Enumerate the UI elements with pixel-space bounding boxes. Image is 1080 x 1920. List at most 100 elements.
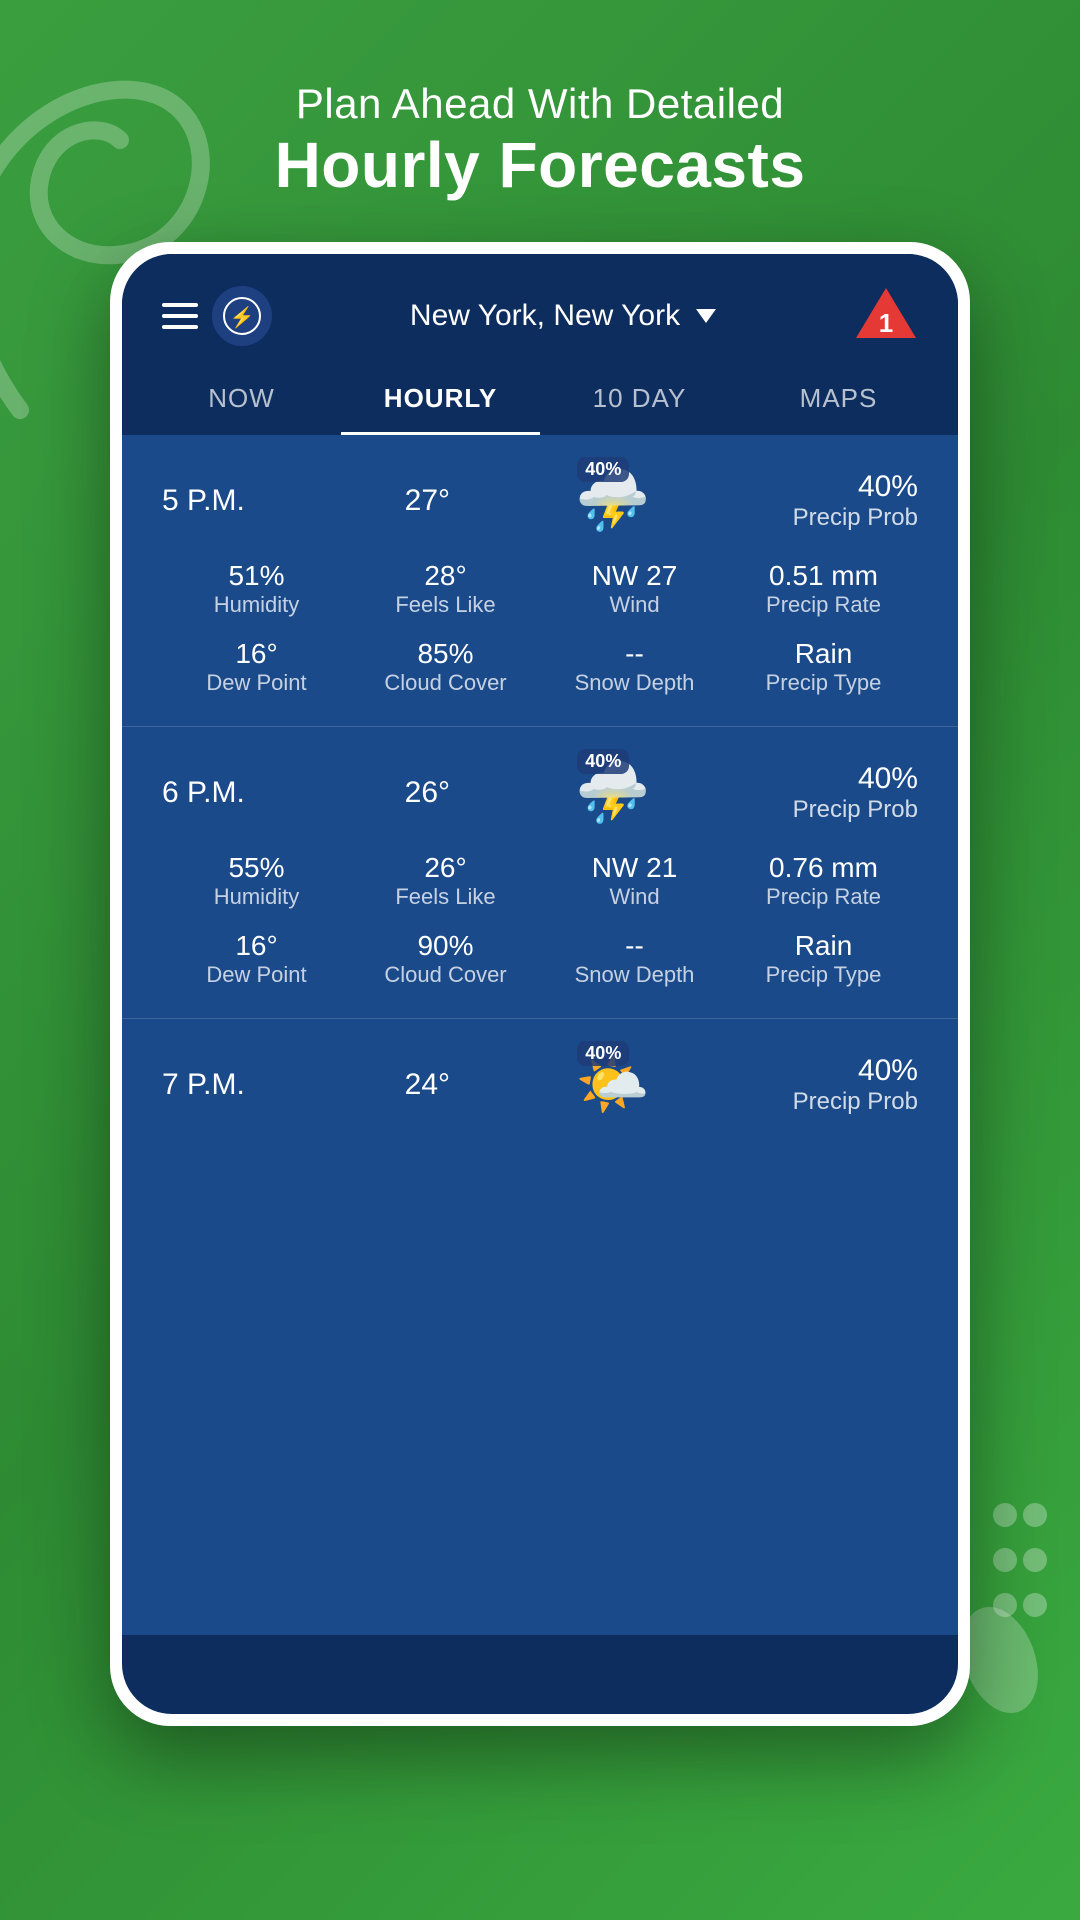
dew-point-value-5pm: 16° xyxy=(162,638,351,670)
dew-point-cell-6pm: 16° Dew Point xyxy=(162,930,351,988)
humidity-label-6pm: Humidity xyxy=(162,884,351,910)
snow-depth-value-6pm: -- xyxy=(540,930,729,962)
precip-badge-5pm: 40% xyxy=(577,457,629,482)
logo-icon: ⚡ xyxy=(222,296,262,336)
deco-leaf-icon xyxy=(960,1600,1040,1720)
nav-tabs: NOW HOURLY 10 DAY MAPS xyxy=(122,357,958,435)
hour-temp-5pm: 27° xyxy=(387,484,467,518)
humidity-value-5pm: 51% xyxy=(162,560,351,592)
detail-row-dew-5pm: 16° Dew Point 85% Cloud Cover -- Snow De… xyxy=(152,628,928,706)
cloud-cover-value-5pm: 85% xyxy=(351,638,540,670)
precip-prob-label-6pm: Precip Prob xyxy=(758,796,918,824)
weather-icon-7pm: 🌤️ 40% xyxy=(543,1049,683,1120)
dew-point-value-6pm: 16° xyxy=(162,930,351,962)
alert-triangle-icon: 1 xyxy=(854,284,918,342)
tab-maps[interactable]: MAPS xyxy=(739,367,938,435)
header-title: Hourly Forecasts xyxy=(0,128,1080,202)
feels-like-cell-5pm: 28° Feels Like xyxy=(351,560,540,618)
humidity-value-6pm: 55% xyxy=(162,852,351,884)
snow-depth-label-5pm: Snow Depth xyxy=(540,670,729,696)
feels-like-label-6pm: Feels Like xyxy=(351,884,540,910)
dew-point-label-6pm: Dew Point xyxy=(162,962,351,988)
precip-badge-6pm: 40% xyxy=(577,749,629,774)
hamburger-line xyxy=(162,314,198,318)
phone-screen: ⚡ New York, New York 1 NOW HOURLY 10 DAY… xyxy=(122,254,958,1714)
snow-depth-cell-6pm: -- Snow Depth xyxy=(540,930,729,988)
hour-temp-6pm: 26° xyxy=(387,776,467,810)
cloud-cover-cell-5pm: 85% Cloud Cover xyxy=(351,638,540,696)
feels-like-value-6pm: 26° xyxy=(351,852,540,884)
cloud-cover-cell-6pm: 90% Cloud Cover xyxy=(351,930,540,988)
wind-value-6pm: NW 21 xyxy=(540,852,729,884)
phone-mockup: ⚡ New York, New York 1 NOW HOURLY 10 DAY… xyxy=(110,242,970,1726)
snow-depth-cell-5pm: -- Snow Depth xyxy=(540,638,729,696)
hour-time-5pm: 5 P.M. xyxy=(162,484,312,518)
forecast-content: 5 P.M. 27° ⛈️ 40% 40% Precip Prob xyxy=(122,435,958,1635)
precip-type-cell-6pm: Rain Precip Type xyxy=(729,930,918,988)
tab-now[interactable]: NOW xyxy=(142,367,341,435)
wind-value-5pm: NW 27 xyxy=(540,560,729,592)
app-header: ⚡ New York, New York 1 xyxy=(122,254,958,357)
precip-badge-7pm: 40% xyxy=(577,1041,629,1066)
precip-type-cell-5pm: Rain Precip Type xyxy=(729,638,918,696)
precip-rate-value-5pm: 0.51 mm xyxy=(729,560,918,592)
hour-block-6pm: 6 P.M. 26° ⛈️ 40% 40% Precip Prob xyxy=(122,727,958,1019)
hour-main-row-7pm: 7 P.M. 24° 🌤️ 40% 40% Precip Prob xyxy=(152,1039,928,1120)
humidity-cell-6pm: 55% Humidity xyxy=(162,852,351,910)
humidity-label-5pm: Humidity xyxy=(162,592,351,618)
hour-precip-6pm: 40% Precip Prob xyxy=(758,762,918,824)
precip-prob-value-5pm: 40% xyxy=(758,470,918,504)
hamburger-line xyxy=(162,303,198,307)
snow-depth-value-5pm: -- xyxy=(540,638,729,670)
precip-type-value-5pm: Rain xyxy=(729,638,918,670)
precip-rate-cell-5pm: 0.51 mm Precip Rate xyxy=(729,560,918,618)
humidity-cell-5pm: 51% Humidity xyxy=(162,560,351,618)
precip-rate-label-6pm: Precip Rate xyxy=(729,884,918,910)
weather-icon-6pm: ⛈️ 40% xyxy=(543,757,683,828)
svg-text:1: 1 xyxy=(879,308,893,338)
cloud-cover-value-6pm: 90% xyxy=(351,930,540,962)
dropdown-arrow-icon xyxy=(696,309,716,323)
hour-block-5pm: 5 P.M. 27° ⛈️ 40% 40% Precip Prob xyxy=(122,435,958,727)
feels-like-cell-6pm: 26° Feels Like xyxy=(351,852,540,910)
app-logo: ⚡ xyxy=(212,286,272,346)
precip-prob-value-7pm: 40% xyxy=(758,1054,918,1088)
wind-cell-6pm: NW 21 Wind xyxy=(540,852,729,910)
detail-row-dew-6pm: 16° Dew Point 90% Cloud Cover -- Snow De… xyxy=(152,920,928,998)
hamburger-line xyxy=(162,325,198,329)
hour-main-row-6pm: 6 P.M. 26° ⛈️ 40% 40% Precip Prob xyxy=(152,747,928,842)
alert-button[interactable]: 1 xyxy=(854,284,918,347)
hour-time-7pm: 7 P.M. xyxy=(162,1068,312,1102)
feels-like-value-5pm: 28° xyxy=(351,560,540,592)
tab-10day[interactable]: 10 DAY xyxy=(540,367,739,435)
svg-text:⚡: ⚡ xyxy=(230,305,255,329)
hour-main-row-5pm: 5 P.M. 27° ⛈️ 40% 40% Precip Prob xyxy=(152,455,928,550)
precip-prob-value-6pm: 40% xyxy=(758,762,918,796)
detail-row-humidity-6pm: 55% Humidity 26° Feels Like NW 21 Wind 0… xyxy=(152,842,928,920)
weather-icon-5pm: ⛈️ 40% xyxy=(543,465,683,536)
detail-row-humidity-5pm: 51% Humidity 28° Feels Like NW 27 Wind 0… xyxy=(152,550,928,628)
hour-precip-7pm: 40% Precip Prob xyxy=(758,1054,918,1116)
dew-point-label-5pm: Dew Point xyxy=(162,670,351,696)
menu-button[interactable] xyxy=(162,303,198,329)
header-left: ⚡ xyxy=(162,286,272,346)
snow-depth-label-6pm: Snow Depth xyxy=(540,962,729,988)
header-subtitle: Plan Ahead With Detailed xyxy=(0,80,1080,128)
hour-temp-7pm: 24° xyxy=(387,1068,467,1102)
precip-prob-label-7pm: Precip Prob xyxy=(758,1088,918,1116)
page-header: Plan Ahead With Detailed Hourly Forecast… xyxy=(0,0,1080,242)
feels-like-label-5pm: Feels Like xyxy=(351,592,540,618)
wind-cell-5pm: NW 27 Wind xyxy=(540,560,729,618)
precip-rate-label-5pm: Precip Rate xyxy=(729,592,918,618)
location-selector[interactable]: New York, New York xyxy=(410,299,716,333)
tab-hourly[interactable]: HOURLY xyxy=(341,367,540,435)
hour-block-7pm-partial: 7 P.M. 24° 🌤️ 40% 40% Precip Prob xyxy=(122,1019,958,1130)
precip-rate-cell-6pm: 0.76 mm Precip Rate xyxy=(729,852,918,910)
cloud-cover-label-6pm: Cloud Cover xyxy=(351,962,540,988)
precip-type-label-6pm: Precip Type xyxy=(729,962,918,988)
precip-type-label-5pm: Precip Type xyxy=(729,670,918,696)
hour-precip-5pm: 40% Precip Prob xyxy=(758,470,918,532)
hour-time-6pm: 6 P.M. xyxy=(162,776,312,810)
precip-rate-value-6pm: 0.76 mm xyxy=(729,852,918,884)
precip-prob-label-5pm: Precip Prob xyxy=(758,504,918,532)
